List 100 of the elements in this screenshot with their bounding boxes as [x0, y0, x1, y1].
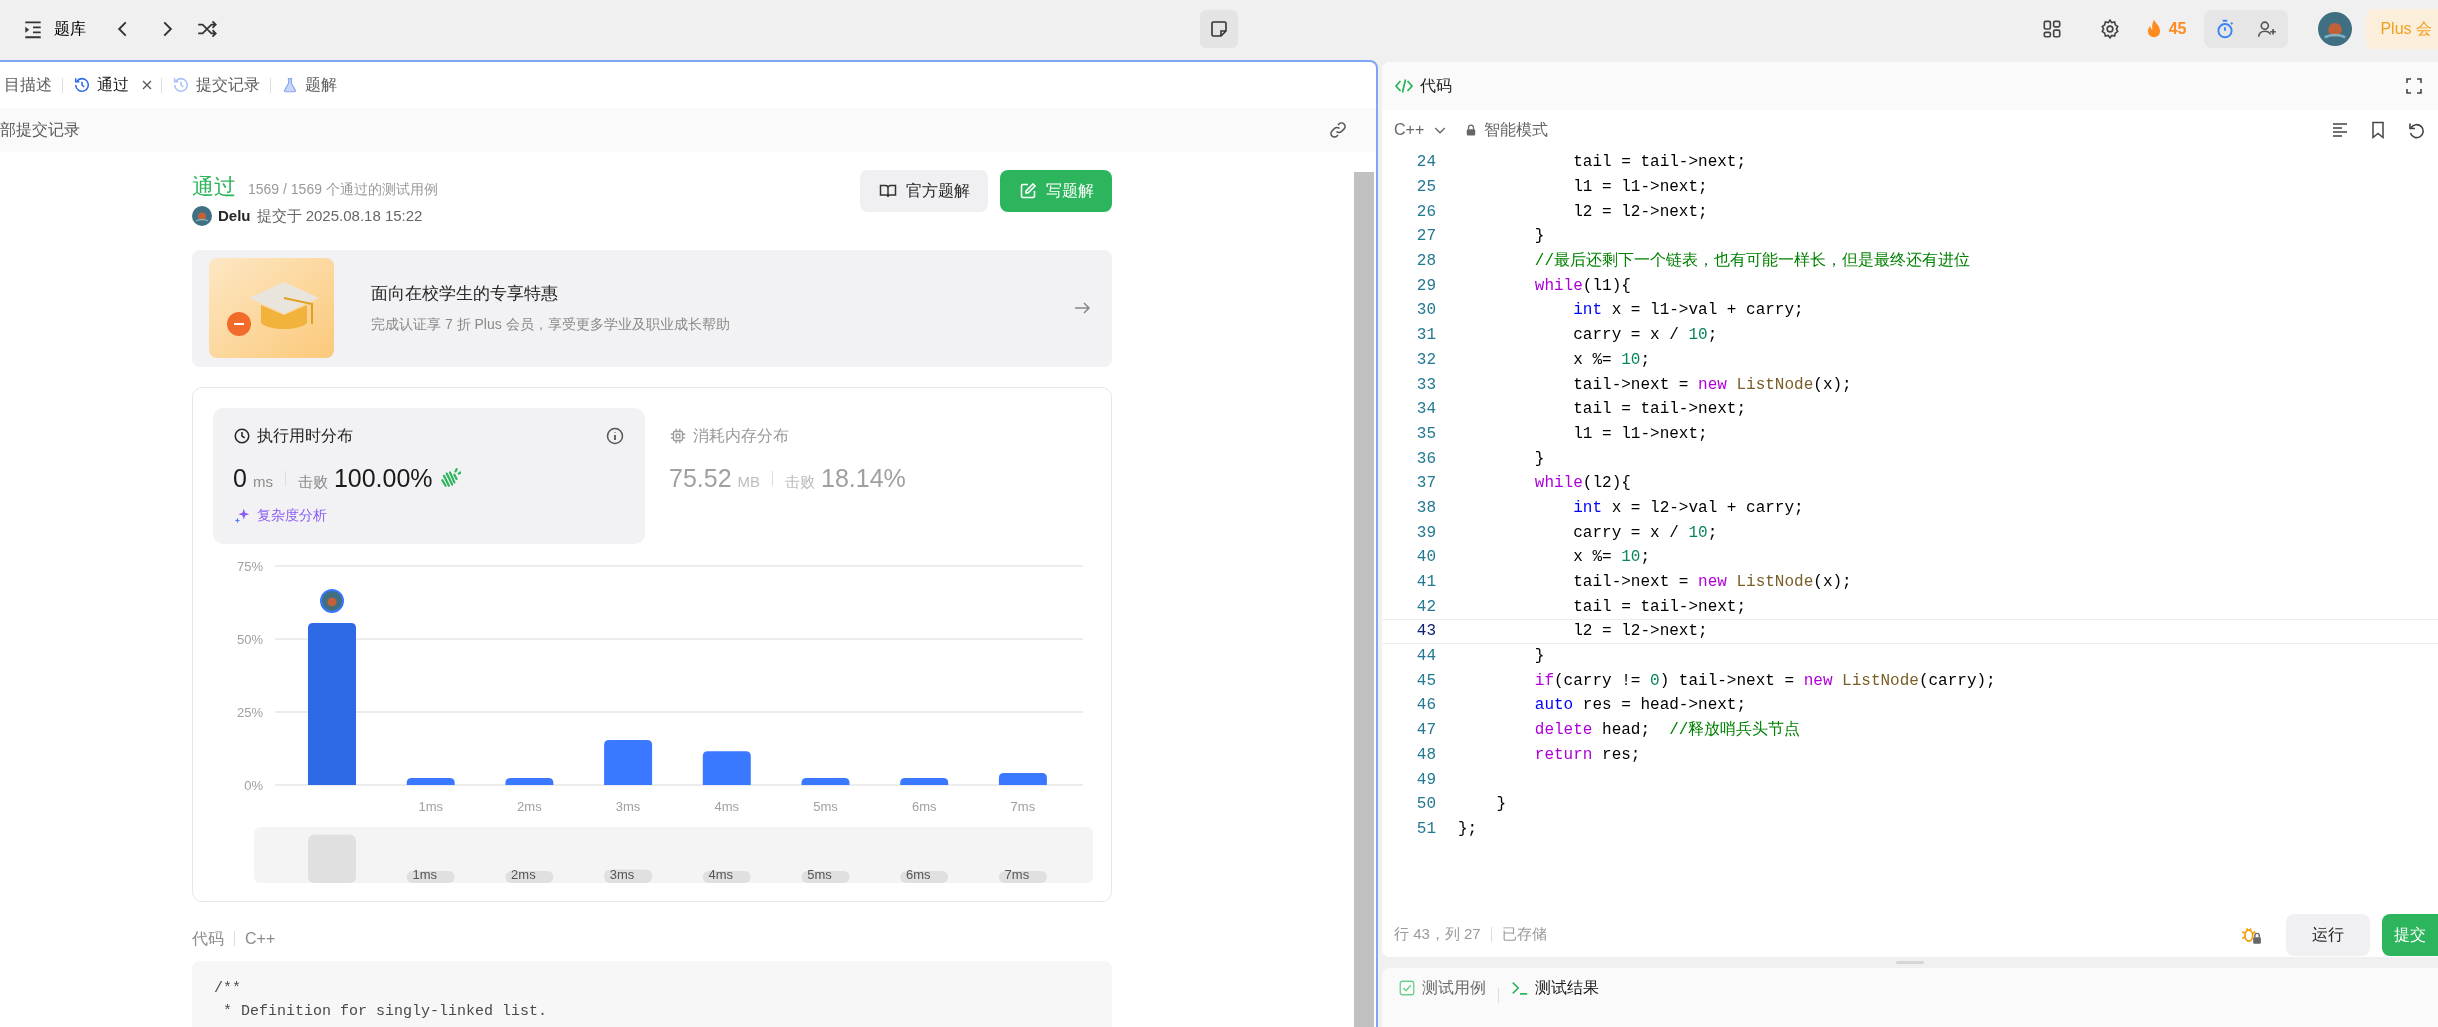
y-tick-label: 50% [236, 631, 263, 647]
code-line: auto res = head->next; [1533, 695, 1747, 717]
complexity-analysis-link[interactable]: 复杂度分析 [233, 505, 327, 526]
code-line: while(l2){ [1533, 473, 1631, 495]
shuffle-button[interactable] [196, 18, 218, 40]
official-solution-button[interactable]: 官方题解 [860, 170, 988, 212]
flask-icon [281, 76, 299, 94]
code-label: 代码 [192, 928, 224, 949]
code-line: return res; [1533, 744, 1641, 766]
line-number: 44 [1415, 646, 1436, 668]
runtime-panel[interactable]: 执行用时分布 0 ms 击败 100.00% 复杂度分析 [213, 407, 645, 544]
save-status: 已存储 [1501, 924, 1547, 945]
line-number: 51 [1415, 818, 1436, 840]
cursor-position: 行 43，列 27 [1394, 924, 1481, 945]
add-user-icon[interactable] [2256, 18, 2279, 40]
chart-bar [801, 777, 850, 785]
code-line: l1 = l1->next; [1572, 423, 1708, 445]
all-submissions-link[interactable]: 部提交记录 [0, 118, 80, 142]
code-line: x %= 10; [1572, 349, 1651, 371]
line-number: 34 [1415, 399, 1436, 421]
code-line: }; [1458, 818, 1478, 840]
range-label: 1ms [412, 866, 437, 882]
status-text: 通过 [192, 173, 236, 201]
line-number: 38 [1415, 497, 1436, 519]
chart-bar [998, 772, 1047, 785]
testcase-count: 1569 / 1569 个通过的测试用例 [248, 180, 438, 199]
problem-list-button[interactable]: 题库 [22, 18, 86, 40]
x-tick-label: 3ms [615, 798, 641, 814]
history-icon [172, 76, 190, 94]
line-number: 37 [1415, 473, 1436, 495]
settings-icon[interactable] [2098, 18, 2121, 40]
format-icon[interactable] [2330, 120, 2350, 140]
code-line: x %= 10; [1572, 547, 1651, 569]
line-number: 43 [1415, 621, 1436, 643]
tab[interactable]: 提交记录 [168, 73, 264, 97]
x-tick-label: 4ms [714, 798, 740, 814]
promo-banner[interactable]: 面向在校学生的专享特惠 完成认证享 7 折 Plus 会员，享受更多学业及职业成长帮助 [192, 249, 1112, 367]
edit-icon [1018, 181, 1038, 201]
range-label: 2ms [511, 866, 536, 882]
range-label: 5ms [807, 866, 832, 882]
fullscreen-icon[interactable] [2404, 76, 2424, 96]
code-line: int x = l2->val + carry; [1572, 497, 1804, 519]
note-icon [1209, 19, 1229, 39]
mode-label: 智能模式 [1484, 120, 1549, 140]
chart-bar [702, 750, 751, 785]
x-tick-label: 2ms [517, 798, 542, 814]
line-number: 35 [1415, 423, 1436, 445]
code-line: l2 = l2->next; [1572, 201, 1708, 223]
language-dropdown[interactable]: C++ [1394, 122, 1449, 138]
submit-time: 提交于 2025.08.18 15:22 [256, 206, 423, 226]
clap-icon [438, 467, 461, 490]
code-line: } [1533, 646, 1545, 668]
line-number: 45 [1415, 670, 1436, 692]
range-label: 7ms [1004, 866, 1030, 882]
range-label: 4ms [708, 866, 734, 882]
code-line: l1 = l1->next; [1572, 177, 1708, 199]
line-number: 39 [1415, 522, 1436, 544]
tab[interactable]: 测试用例 [1396, 972, 1488, 1004]
streak-count: 45 [2168, 19, 2187, 39]
tab[interactable]: 测试结果 [1509, 972, 1601, 1004]
y-tick-label: 75% [236, 558, 263, 574]
x-tick-label: 6ms [911, 798, 937, 814]
code-line: tail->next = new ListNode(x); [1572, 374, 1852, 396]
code-line: /** [214, 978, 242, 999]
link-icon[interactable] [1328, 120, 1348, 140]
run-button[interactable]: 运行 [2286, 913, 2370, 956]
code-line: tail = tail->next; [1572, 399, 1747, 421]
terminal-icon [1511, 979, 1529, 997]
line-number: 31 [1415, 325, 1436, 347]
code-line: } [1495, 794, 1506, 816]
line-number: 27 [1415, 226, 1436, 248]
line-number: 48 [1415, 744, 1436, 766]
line-number: 24 [1415, 152, 1436, 174]
stat-unit: ms [252, 471, 273, 492]
tab[interactable]: 通过 [69, 73, 133, 97]
tab[interactable]: 目描述 [0, 73, 56, 97]
code-line: * Definition for singly-linked list. [222, 1001, 549, 1022]
chart-bar [406, 777, 455, 785]
code-line: while(l1){ [1533, 275, 1631, 297]
x-tick-label: 1ms [418, 798, 443, 814]
chip-icon [669, 426, 687, 445]
x-tick-label: 5ms [813, 798, 838, 814]
info-icon[interactable] [605, 425, 625, 446]
code-line: tail = tail->next; [1572, 152, 1747, 174]
line-number: 29 [1415, 275, 1436, 297]
tab[interactable]: 题解 [277, 73, 341, 97]
stat-title: 消耗内存分布 [693, 425, 789, 446]
scrollbar[interactable] [1354, 172, 1374, 1027]
notes-button[interactable] [1200, 10, 1238, 48]
beats-label: 击败 [297, 471, 328, 492]
stat-title: 执行用时分布 [257, 425, 353, 446]
checkbox-icon [1398, 979, 1416, 997]
code-line: } [1533, 448, 1545, 470]
line-number: 40 [1415, 547, 1436, 569]
avatar[interactable] [2318, 12, 2353, 46]
grid-icon[interactable] [2040, 18, 2063, 40]
x-tick-label: 7ms [1010, 798, 1036, 814]
shuffle-icon [196, 18, 218, 40]
line-number: 32 [1415, 349, 1436, 371]
line-number: 46 [1415, 695, 1436, 717]
